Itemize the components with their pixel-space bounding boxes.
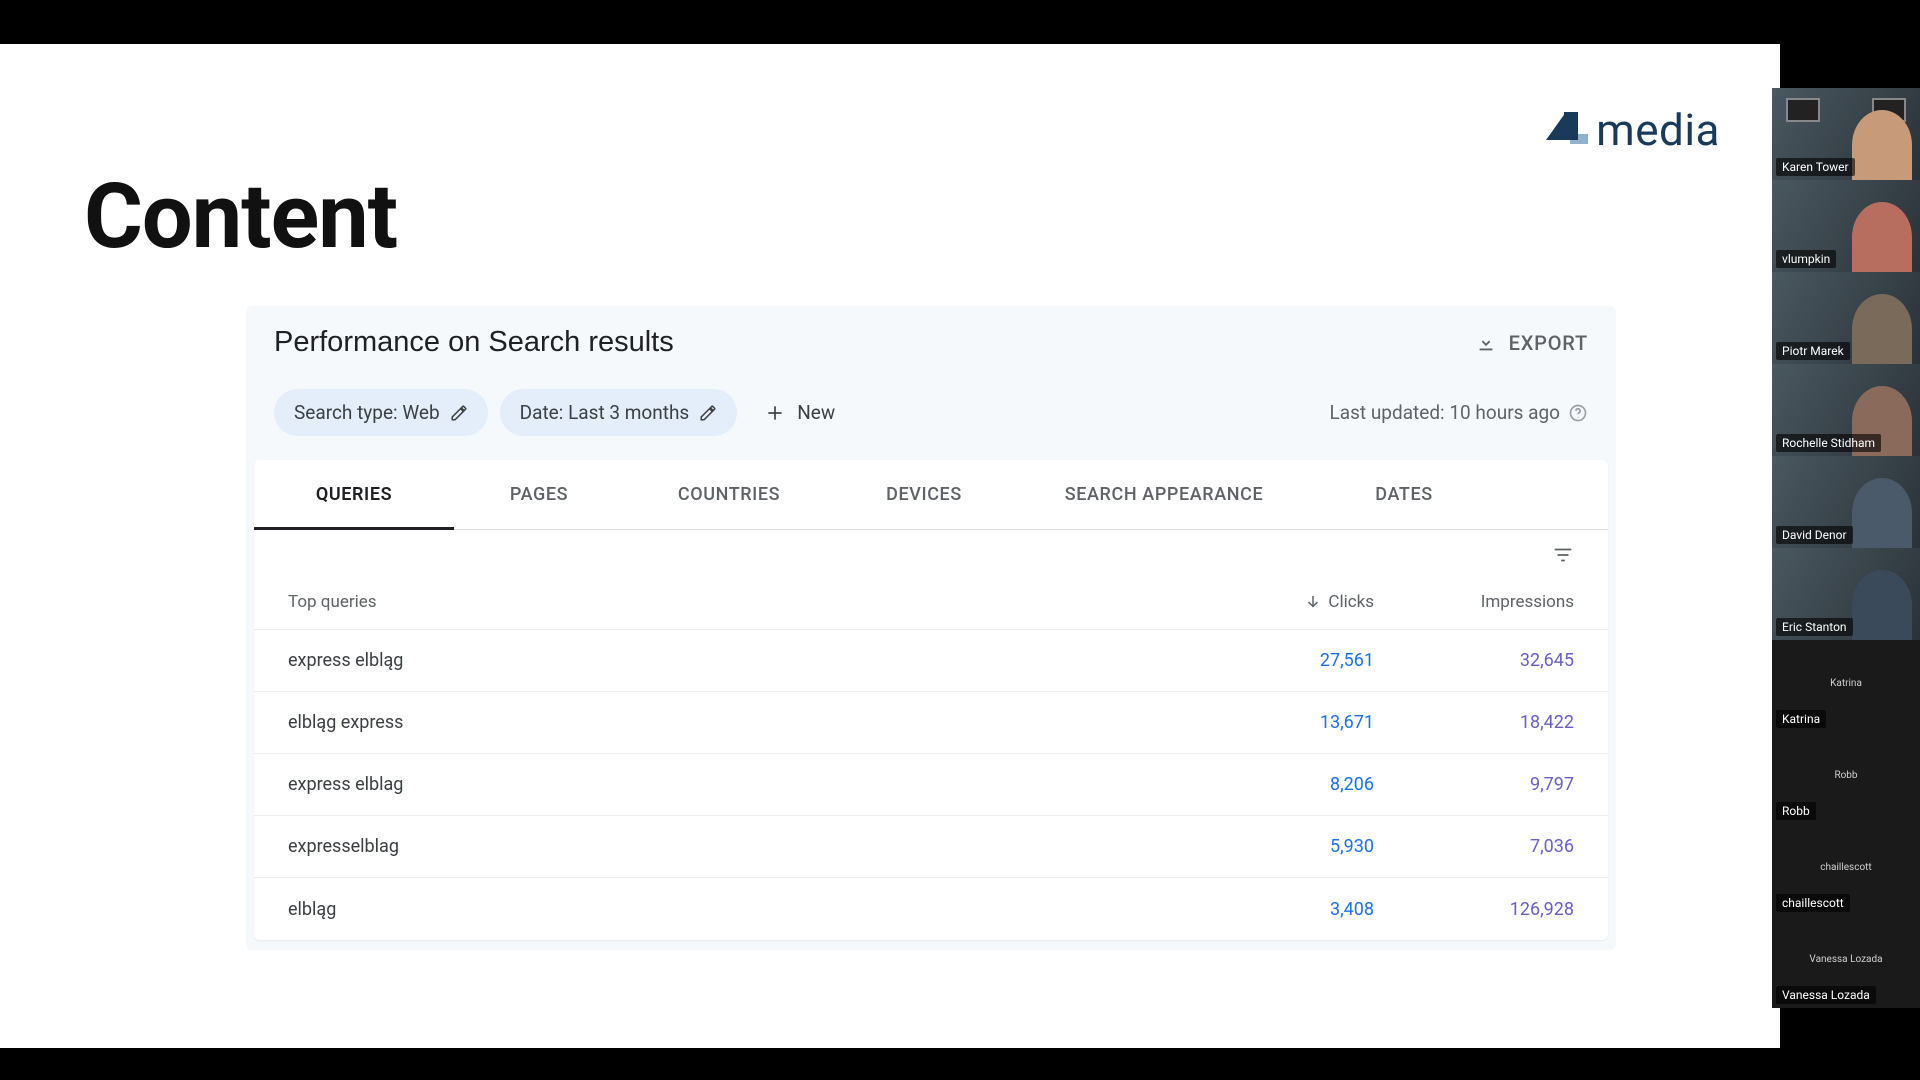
add-filter-button[interactable]: New: [749, 389, 851, 436]
participant-name: Rochelle Stidham: [1776, 434, 1881, 452]
participant-name: Piotr Marek: [1776, 342, 1850, 360]
participant-tile[interactable]: vlumpkin: [1772, 180, 1920, 272]
date-range-chip-label: Date: Last 3 months: [520, 401, 690, 424]
tabs: QUERIES PAGES COUNTRIES DEVICES SEARCH A…: [254, 460, 1608, 530]
participant-video: [1852, 294, 1912, 364]
last-updated-text: Last updated: 10 hours ago: [1330, 401, 1560, 424]
filter-row: Search type: Web Date: Last 3 months New…: [246, 379, 1616, 460]
export-label: EXPORT: [1509, 331, 1588, 355]
participant-tile[interactable]: Karen Tower: [1772, 88, 1920, 180]
brand-logo: media: [1546, 104, 1720, 156]
query-cell: elbląg express: [288, 712, 1174, 733]
download-icon: [1475, 332, 1497, 354]
clicks-cell: 13,671: [1174, 712, 1374, 733]
participant-name: Vanessa Lozada: [1776, 986, 1876, 1004]
impressions-cell: 7,036: [1374, 836, 1574, 857]
search-type-chip-label: Search type: Web: [294, 401, 440, 424]
table-row[interactable]: elbląg express 13,671 18,422: [254, 692, 1608, 754]
query-cell: expresselblag: [288, 836, 1174, 857]
participant-tile[interactable]: Katrina Katrina: [1772, 640, 1920, 732]
search-performance-panel: Performance on Search results EXPORT Sea…: [246, 306, 1616, 950]
filter-chips: Search type: Web Date: Last 3 months New: [274, 389, 851, 436]
column-header-clicks[interactable]: Clicks: [1174, 592, 1374, 612]
pencil-icon: [450, 404, 468, 422]
impressions-cell: 9,797: [1374, 774, 1574, 795]
tab-queries[interactable]: QUERIES: [254, 460, 454, 529]
presentation-slide: media Content Performance on Search resu…: [0, 44, 1780, 1048]
participant-tile[interactable]: David Denor: [1772, 456, 1920, 548]
filter-icon[interactable]: [1552, 544, 1574, 566]
participant-name: vlumpkin: [1776, 250, 1836, 268]
participant-name: Eric Stanton: [1776, 618, 1853, 636]
date-range-chip[interactable]: Date: Last 3 months: [500, 389, 738, 436]
clicks-cell: 8,206: [1174, 774, 1374, 795]
participant-tile[interactable]: Piotr Marek: [1772, 272, 1920, 364]
participant-name: Robb: [1776, 802, 1816, 820]
participant-avatar-text: Vanessa Lozada: [1809, 954, 1882, 965]
clicks-cell: 5,930: [1174, 836, 1374, 857]
participant-video: [1852, 202, 1912, 272]
participant-name: chaillescott: [1776, 894, 1850, 912]
impressions-cell: 18,422: [1374, 712, 1574, 733]
arrow-down-icon: [1304, 593, 1322, 611]
help-icon[interactable]: [1568, 403, 1588, 423]
brand-text: media: [1596, 104, 1720, 156]
tab-countries[interactable]: COUNTRIES: [624, 460, 834, 529]
table-row[interactable]: express elbląg 27,561 32,645: [254, 630, 1608, 692]
brand-mark-icon: [1546, 112, 1586, 148]
query-cell: express elblag: [288, 774, 1174, 795]
last-updated: Last updated: 10 hours ago: [1330, 401, 1588, 424]
data-card: QUERIES PAGES COUNTRIES DEVICES SEARCH A…: [254, 460, 1608, 940]
impressions-cell: 126,928: [1374, 899, 1574, 920]
participant-tile[interactable]: Vanessa Lozada Vanessa Lozada: [1772, 916, 1920, 1008]
participant-video: [1852, 478, 1912, 548]
clicks-cell: 3,408: [1174, 899, 1374, 920]
column-header-impressions[interactable]: Impressions: [1374, 592, 1574, 612]
plus-icon: [765, 403, 785, 423]
participant-avatar-text: Robb: [1834, 770, 1857, 781]
participant-avatar-text: chaillescott: [1820, 862, 1871, 873]
participant-name: Karen Tower: [1776, 158, 1855, 176]
participant-video: [1852, 110, 1912, 180]
column-header-query[interactable]: Top queries: [288, 592, 1174, 612]
tab-search-appearance[interactable]: SEARCH APPEARANCE: [1014, 460, 1314, 529]
tab-devices[interactable]: DEVICES: [834, 460, 1014, 529]
search-type-chip[interactable]: Search type: Web: [274, 389, 488, 436]
query-cell: express elbląg: [288, 650, 1174, 671]
participant-video: [1852, 570, 1912, 640]
participant-tile[interactable]: Rochelle Stidham: [1772, 364, 1920, 456]
pencil-icon: [699, 404, 717, 422]
participant-tile[interactable]: Eric Stanton: [1772, 548, 1920, 640]
query-cell: elbląg: [288, 899, 1174, 920]
participant-avatar-text: Katrina: [1830, 678, 1862, 689]
table-row[interactable]: expresselblag 5,930 7,036: [254, 816, 1608, 878]
table-header: Top queries Clicks Impressions: [254, 574, 1608, 630]
table-row[interactable]: elbląg 3,408 126,928: [254, 878, 1608, 940]
table-row[interactable]: express elblag 8,206 9,797: [254, 754, 1608, 816]
export-button[interactable]: EXPORT: [1475, 331, 1588, 355]
impressions-cell: 32,645: [1374, 650, 1574, 671]
panel-header: Performance on Search results EXPORT: [246, 306, 1616, 379]
add-filter-label: New: [797, 401, 835, 424]
page-title: Content: [84, 164, 397, 269]
participant-tile[interactable]: Robb Robb: [1772, 732, 1920, 824]
tab-pages[interactable]: PAGES: [454, 460, 624, 529]
participant-strip: Karen Tower vlumpkin Piotr Marek Rochell…: [1772, 88, 1920, 1008]
tab-dates[interactable]: DATES: [1314, 460, 1494, 529]
participant-name: Katrina: [1776, 710, 1826, 728]
table-toolbar: [254, 530, 1608, 574]
participant-tile[interactable]: chaillescott chaillescott: [1772, 824, 1920, 916]
clicks-cell: 27,561: [1174, 650, 1374, 671]
participant-name: David Denor: [1776, 526, 1853, 544]
panel-title: Performance on Search results: [274, 326, 674, 359]
